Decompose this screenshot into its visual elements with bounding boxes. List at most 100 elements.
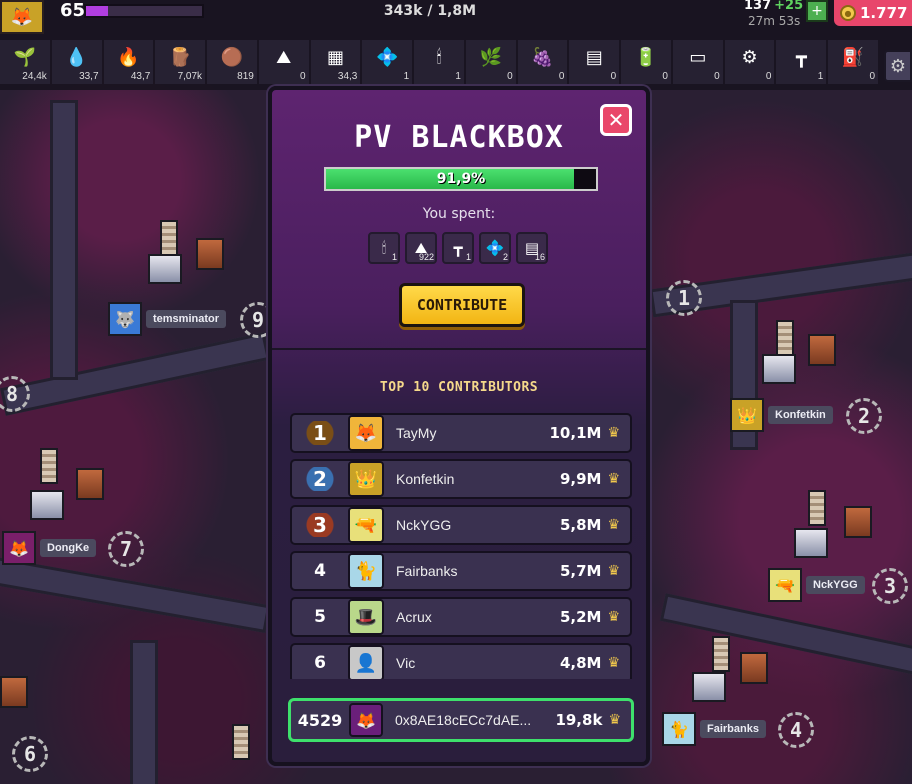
contributor-row[interactable]: 5 🎩 Acrux 5,2M ♛ bbox=[290, 597, 632, 637]
contributor-row[interactable]: 4 🐈 Fairbanks 5,7M ♛ bbox=[290, 551, 632, 591]
coins-balance[interactable]: ● 1.777 bbox=[834, 0, 912, 26]
player-avatar: 🔫 bbox=[768, 568, 802, 602]
resource-value: 1 bbox=[455, 71, 461, 82]
progress-text: 91,9% bbox=[436, 171, 486, 187]
resource-slot[interactable]: ▤ 0 bbox=[569, 40, 620, 84]
resource-slot[interactable]: ▦ 34,3 bbox=[310, 40, 361, 84]
road bbox=[0, 332, 270, 416]
clay-icon: 🟤 bbox=[220, 46, 244, 68]
resource-value: 34,3 bbox=[337, 71, 358, 82]
resource-slot[interactable]: 🔥 43,7 bbox=[103, 40, 154, 84]
resource-slot[interactable]: ▭ 0 bbox=[672, 40, 723, 84]
contributor-value: 5,2M bbox=[559, 608, 602, 626]
resource-slot[interactable]: ┳ 1 bbox=[776, 40, 827, 84]
gear-icon[interactable]: ⚙ bbox=[884, 50, 912, 82]
divider bbox=[272, 348, 646, 350]
map-player-dongke[interactable]: 🦊 DongKe bbox=[2, 531, 97, 565]
map-player-konfetkin[interactable]: 👑 Konfetkin bbox=[730, 398, 833, 432]
resource-slot[interactable]: 🌿 0 bbox=[465, 40, 516, 84]
crown-icon: ♛ bbox=[607, 425, 620, 441]
resource-value: 0 bbox=[558, 71, 565, 82]
resource-value: 0 bbox=[507, 71, 513, 82]
contribute-button[interactable]: CONTRIBUTE bbox=[399, 283, 525, 327]
contributor-row[interactable]: 1 🦊 TayMy 10,1M ♛ bbox=[290, 413, 632, 453]
contributor-row[interactable]: 2 👑 Konfetkin 9,9M ♛ bbox=[290, 459, 632, 499]
xp-bar-fill bbox=[86, 6, 109, 16]
road bbox=[0, 555, 271, 633]
add-energy-button[interactable]: + bbox=[806, 0, 828, 22]
my-value: 19,8k bbox=[555, 711, 603, 729]
resource-slot[interactable]: ⚙ 0 bbox=[724, 40, 775, 84]
resource-slot[interactable]: 💠 1 bbox=[362, 40, 413, 84]
hut bbox=[740, 652, 768, 684]
sand-icon: ⛰ bbox=[276, 46, 292, 68]
contributor-value: 5,8M bbox=[559, 516, 602, 534]
contributor-name: Konfetkin bbox=[396, 471, 455, 487]
wood-icon: 🪵 bbox=[168, 46, 192, 68]
crystal-icon: 💠 bbox=[376, 46, 399, 68]
energy-timer: 27m 53s bbox=[748, 14, 801, 28]
building bbox=[148, 254, 182, 284]
coins-value: 1.777 bbox=[860, 4, 908, 22]
spent-item: 🕯 1 bbox=[368, 232, 400, 264]
map-player-nckygg[interactable]: 🔫 NckYGG bbox=[768, 568, 865, 602]
player-name: DongKe bbox=[40, 539, 97, 557]
resource-slot[interactable]: 🔋 0 bbox=[621, 40, 671, 84]
contributor-name: TayMy bbox=[396, 425, 437, 441]
berries-icon: 🍇 bbox=[531, 46, 554, 68]
modal-title: PV BLACKBOX bbox=[354, 120, 564, 155]
spent-value: 922 bbox=[418, 252, 434, 262]
road bbox=[50, 100, 78, 380]
contributor-name: Vic bbox=[396, 655, 416, 671]
map-player-fairbanks[interactable]: 🐈 Fairbanks bbox=[662, 712, 766, 746]
contributor-rank: 5 bbox=[314, 607, 326, 627]
rank-badge: 3 bbox=[872, 568, 908, 604]
resource-value: 1 bbox=[403, 71, 410, 82]
contributor-rank: 3 bbox=[292, 513, 348, 537]
player-name: NckYGG bbox=[806, 576, 865, 594]
player-avatar: 🦊 bbox=[2, 531, 36, 565]
player-name: temsminator bbox=[146, 310, 227, 328]
energy-count: 137 +25 bbox=[744, 0, 803, 13]
tower bbox=[776, 320, 794, 356]
contributor-rank: 1 bbox=[292, 421, 348, 445]
resource-value: 43,7 bbox=[130, 71, 151, 82]
profile-avatar[interactable]: 🦊 bbox=[0, 0, 44, 34]
spent-value: 16 bbox=[534, 252, 545, 262]
resource-slot[interactable]: 🕯 1 bbox=[414, 40, 464, 84]
map-player-temsminator[interactable]: 🐺 temsminator bbox=[108, 302, 227, 336]
resource-slot[interactable]: 💧 33,7 bbox=[51, 40, 102, 84]
resource-slot[interactable]: ⛰ 0 bbox=[258, 40, 309, 84]
resource-value: 1 bbox=[817, 71, 824, 82]
resource-slot[interactable]: ⛽ 0 bbox=[828, 40, 879, 84]
resource-slot[interactable]: 🌱 24,4k bbox=[0, 40, 50, 84]
resource-slot[interactable]: 🪵 7,07k bbox=[155, 40, 206, 84]
rank-badge: 6 bbox=[12, 736, 48, 772]
spent-value: 1 bbox=[391, 252, 397, 262]
contributor-rank: 6 bbox=[314, 653, 326, 673]
hut bbox=[196, 238, 224, 270]
contributors-list[interactable]: 1 🦊 TayMy 10,1M ♛ 2 👑 Konfetkin 9,9M ♛ 3 🔫 NckYGG 5,8… bbox=[290, 413, 632, 679]
crystal-icon: 💠 bbox=[485, 239, 505, 257]
rank-badge: 7 bbox=[108, 531, 144, 567]
machine-icon: ⚙ bbox=[741, 46, 758, 68]
crown-icon: ♛ bbox=[607, 655, 620, 671]
resource-value: 7,07k bbox=[177, 71, 203, 82]
resource-slot[interactable]: 🍇 0 bbox=[517, 40, 568, 84]
contributor-row[interactable]: 3 🔫 NckYGG 5,8M ♛ bbox=[290, 505, 632, 545]
contributor-name: NckYGG bbox=[396, 517, 452, 533]
contributor-avatar: 👤 bbox=[348, 645, 384, 679]
spent-item: ⛰ 922 bbox=[405, 232, 437, 264]
contributor-value: 10,1M bbox=[549, 424, 602, 442]
tower bbox=[808, 490, 826, 526]
contributor-avatar: 🎩 bbox=[348, 599, 384, 635]
spent-value: 2 bbox=[502, 252, 508, 262]
plant-icon: 🌱 bbox=[13, 46, 37, 68]
resource-slot[interactable]: 🟤 819 bbox=[207, 40, 257, 84]
building bbox=[692, 672, 726, 702]
contributor-avatar: 🐈 bbox=[348, 553, 384, 589]
contributor-row[interactable]: 6 👤 Vic 4,8M ♛ bbox=[290, 643, 632, 679]
panel-icon: ▭ bbox=[689, 46, 707, 68]
player-avatar: 🐺 bbox=[108, 302, 142, 336]
building bbox=[794, 528, 828, 558]
